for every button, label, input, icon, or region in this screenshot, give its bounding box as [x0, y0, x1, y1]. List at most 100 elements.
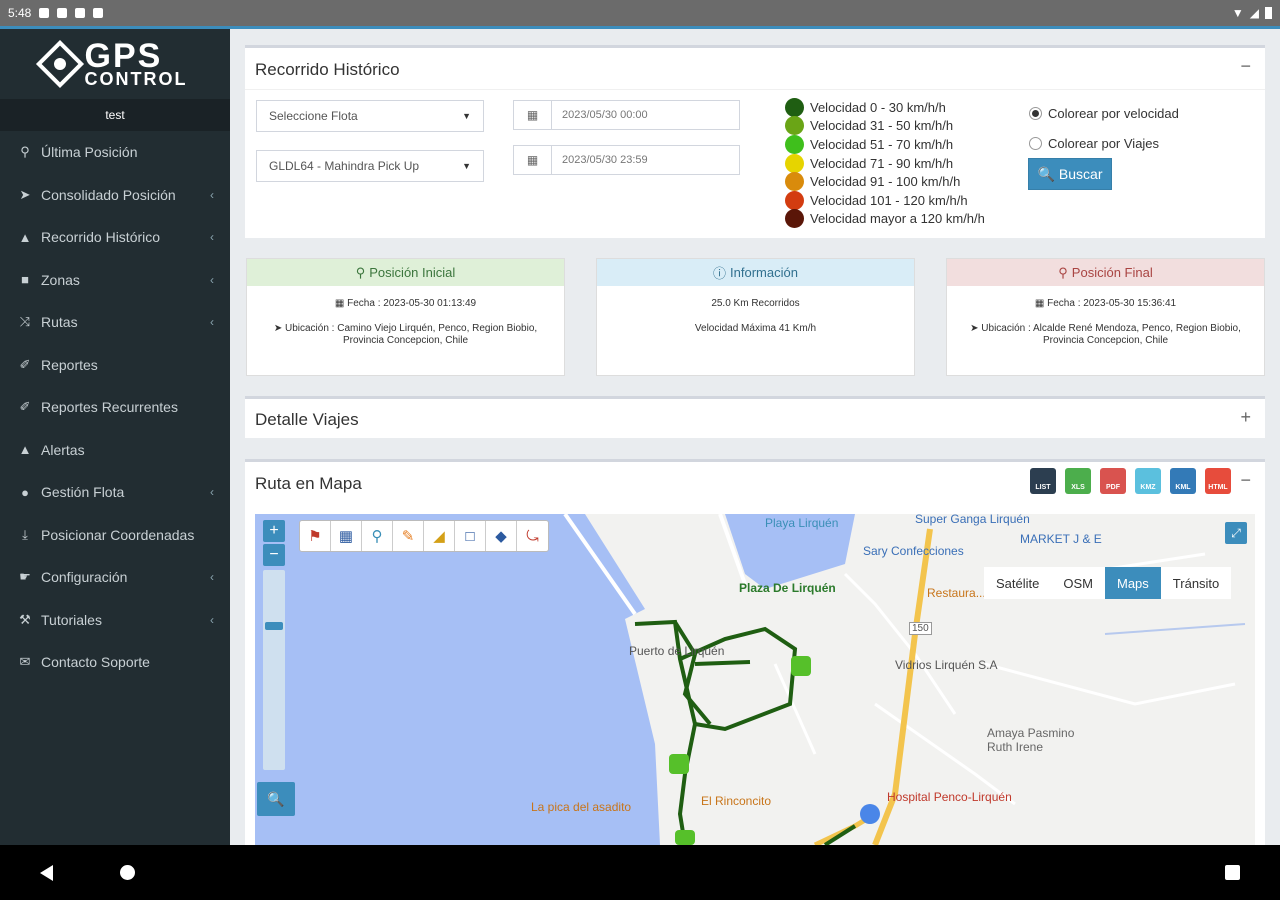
logo-pin-icon [35, 39, 84, 89]
sidebar-item-label: Tutoriales [41, 611, 102, 628]
color-by-trips-radio[interactable]: Colorear por Viajes [1029, 136, 1159, 151]
sidebar-item[interactable]: ■ Zonas ‹ [0, 259, 230, 302]
poi-label: Playa Lirquén [765, 516, 839, 530]
sidebar-item[interactable]: ✐ Reportes [0, 344, 230, 387]
speed-color-dot [785, 116, 804, 136]
creek [1104, 623, 1246, 635]
card-header: ⓘ Información [597, 259, 914, 286]
chevron-left-icon: ‹ [210, 230, 214, 245]
zoom-slider-handle[interactable] [265, 622, 283, 630]
sidebar: GPS CONTROL test ⚲ Última Posición ➤ Consol… [0, 29, 230, 845]
globe-icon: ● [21, 484, 29, 500]
sidebar-item[interactable]: ▲ Recorrido Histórico ‹ [0, 216, 230, 259]
fecha-text: ▦ Fecha : 2023-05-30 15:36:41 [1034, 298, 1177, 309]
map-type-button[interactable]: Maps [1105, 567, 1161, 599]
info-circle-icon: ⓘ [713, 266, 727, 281]
drawing-toolbar: ⚑ ▦ ⚲ ✎ ◢ □ ◆ ⤿ [299, 520, 549, 552]
poi-label: Sary Confecciones [863, 544, 964, 558]
sidebar-item[interactable]: ⤨ Rutas ‹ [0, 301, 230, 344]
route-marker [675, 830, 695, 845]
sidebar-item[interactable]: ▲ Alertas [0, 429, 230, 472]
recents-icon[interactable] [1225, 865, 1240, 880]
wifi-icon: ▼ [1231, 6, 1244, 20]
sidebar-item[interactable]: ✐ Reportes Recurrentes [0, 386, 230, 429]
caret-down-icon: ▼ [462, 111, 471, 121]
fullscreen-icon[interactable]: ⤢ [1225, 522, 1247, 544]
fleet-select[interactable]: Seleccione Flota ▼ [256, 100, 484, 132]
sidebar-item[interactable]: ✉ Contacto Soporte [0, 641, 230, 684]
ruler-tool-icon[interactable]: ◢ [424, 521, 455, 551]
gps-control-logo[interactable]: GPS CONTROL [0, 29, 230, 99]
route-tool-icon[interactable]: ⤿ [517, 521, 548, 551]
sidebar-item[interactable]: ⤓ Posicionar Coordenadas [0, 514, 230, 557]
export-xls-icon[interactable]: XLS [1065, 468, 1091, 494]
map-search-button[interactable]: 🔍 [257, 782, 295, 816]
home-icon[interactable] [120, 865, 135, 880]
sidebar-item[interactable]: ⚒ Tutoriales ‹ [0, 599, 230, 642]
pencil-tool-icon[interactable]: ✎ [393, 521, 424, 551]
export-kmz-icon[interactable]: KMZ [1135, 468, 1161, 494]
calendar-icon: ▦ [514, 101, 552, 129]
export-kml-icon[interactable]: KML [1170, 468, 1196, 494]
sidebar-item[interactable]: ☛ Configuración ‹ [0, 556, 230, 599]
posicion-inicial-card: ⚲ Posición Inicial ▦ Fecha : 2023-05-30 … [246, 258, 565, 376]
download-icon: ⤓ [22, 526, 28, 542]
random-icon: ⤨ [19, 314, 31, 330]
legend-item: Velocidad 101 - 120 km/h/h [785, 190, 985, 210]
poi-label: Hospital Penco-Lirquén [887, 790, 1012, 804]
fecha-value: Fecha : 2023-05-30 15:36:41 [1047, 298, 1177, 309]
main-content: Recorrido Histórico − Seleccione Flota ▼… [230, 29, 1280, 845]
polygon-tool-icon[interactable]: ◆ [486, 521, 517, 551]
sidebar-item[interactable]: ➤ Consolidado Posición ‹ [0, 174, 230, 217]
marker-tool-icon[interactable]: ⚲ [362, 521, 393, 551]
map-view[interactable]: Playa Lirquén Super Ganga Lirquén MARKET… [255, 514, 1255, 845]
chevron-left-icon: ‹ [210, 485, 214, 500]
search-icon: 🔍 [267, 790, 285, 807]
expand-button[interactable]: + [1240, 407, 1251, 428]
wrench-icon: ⚒ [19, 611, 31, 627]
speed-legend: Velocidad 0 - 30 km/h/h Velocidad 31 - 50… [785, 97, 985, 229]
vehicle-select[interactable]: GLDL64 - Mahindra Pick Up ▼ [256, 150, 484, 182]
map-icon: ■ [21, 272, 29, 288]
speed-color-dot [785, 190, 804, 210]
speed-color-dot [785, 209, 804, 229]
speed-color-dot [785, 172, 804, 192]
sidebar-item[interactable]: ⚲ Última Posición [0, 131, 230, 174]
fleet-select-value: Seleccione Flota [269, 109, 358, 123]
battery-icon [1265, 7, 1272, 19]
map-type-button[interactable]: Satélite [984, 567, 1051, 599]
sidebar-item[interactable]: ● Gestión Flota ‹ [0, 471, 230, 514]
pin-tool-icon[interactable]: ⚑ [300, 521, 331, 551]
date-from-input[interactable]: ▦ 2023/05/30 00:00 [513, 100, 740, 130]
poi-label: Puerto de Lirquén [629, 644, 725, 658]
sidebar-item-label: Rutas [41, 314, 78, 331]
paperclip-icon: ✐ [19, 399, 31, 415]
export-pdf-icon[interactable]: PDF [1100, 468, 1126, 494]
map-marker-icon: ⚲ [20, 144, 30, 160]
color-by-speed-radio[interactable]: Colorear por velocidad [1029, 106, 1179, 121]
legend-label: Velocidad 71 - 90 km/h/h [810, 155, 954, 171]
map-type-button[interactable]: OSM [1051, 567, 1105, 599]
card-header: ⚲ Posición Final [947, 259, 1264, 286]
zoom-out-button[interactable]: − [263, 544, 285, 566]
date-to-input[interactable]: ▦ 2023/05/30 23:59 [513, 145, 740, 175]
export-list-icon[interactable]: LIST [1030, 468, 1056, 494]
export-html-icon[interactable]: HTML [1205, 468, 1231, 494]
route-track [694, 660, 751, 666]
card-title: Información [730, 265, 798, 280]
collapse-button[interactable]: − [1240, 56, 1251, 77]
select-area-tool-icon[interactable]: □ [455, 521, 486, 551]
zoom-slider[interactable] [263, 570, 285, 770]
collapse-button[interactable]: − [1240, 470, 1251, 491]
device-status-bar: 5:48 ▼ ◢ [0, 0, 1280, 26]
sidebar-item-label: Recorrido Histórico [41, 229, 161, 246]
legend-item: Velocidad 71 - 90 km/h/h [785, 153, 985, 173]
map-type-button[interactable]: Tránsito [1161, 567, 1231, 599]
notification-icon [93, 8, 104, 18]
zoom-in-button[interactable]: + [263, 520, 285, 542]
back-icon[interactable] [40, 865, 53, 881]
grid-tool-icon[interactable]: ▦ [331, 521, 362, 551]
poi-label: Restaura... [927, 586, 986, 600]
legend-label: Velocidad 0 - 30 km/h/h [810, 99, 946, 115]
buscar-button[interactable]: 🔍 Buscar [1028, 158, 1112, 190]
